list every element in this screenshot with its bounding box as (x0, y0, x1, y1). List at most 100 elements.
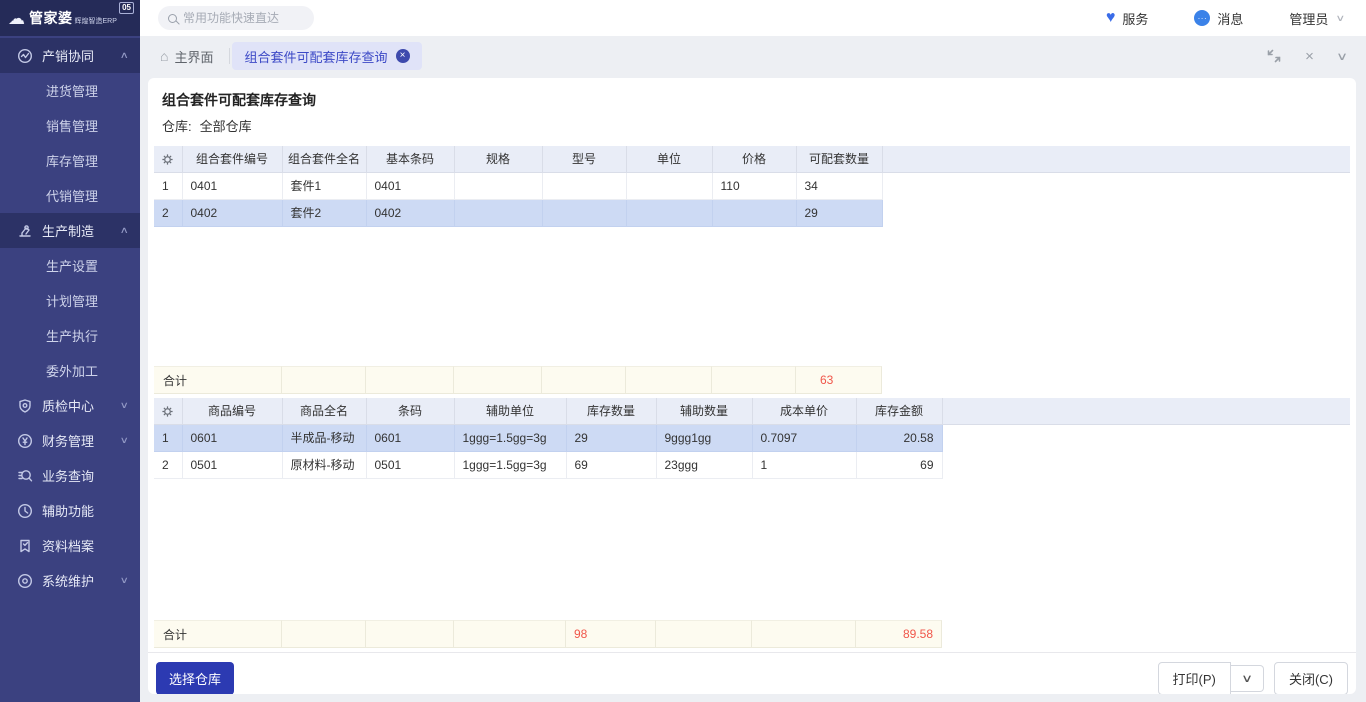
column-header[interactable]: 规格 (454, 146, 542, 172)
content-panel: 组合套件可配套库存查询 仓库:全部仓库 组合套件编号 组合套件全名 基本条码 规… (148, 78, 1356, 694)
column-header[interactable]: 库存数量 (566, 398, 656, 424)
target-circle-icon (16, 572, 33, 589)
sidebar: ☁ 管家婆 辉煌智造ERP 05 产销协同 ∧ 进货管理 销售管理 库存管理 代… (0, 0, 140, 702)
column-header[interactable]: 辅助单位 (454, 398, 566, 424)
sidebar-item-manufacturing[interactable]: 生产制造 ∧ (0, 213, 140, 248)
search-lines-icon (16, 467, 33, 484)
table-row-selected[interactable]: 10601半成品-移动06011ggg=1.5gg=3g299ggg1gg0.7… (154, 424, 1350, 451)
topbar: ♥ 服务 ··· 消息 管理员 ∨ (140, 0, 1366, 36)
detail-table-header: 商品编号 商品全名 条码 辅助单位 库存数量 辅助数量 成本单价 库存金额 (154, 398, 1350, 424)
footer-divider (148, 652, 1356, 653)
sidebar-item-label: 生产执行 (46, 326, 98, 345)
select-warehouse-button[interactable]: 选择仓库 (156, 662, 234, 694)
sidebar-item-quality-center[interactable]: 质检中心 ∨ (0, 388, 140, 423)
sidebar-item-plan-management[interactable]: 计划管理 (0, 283, 140, 318)
column-header[interactable]: 条码 (366, 398, 454, 424)
warehouse-label: 仓库: (162, 119, 192, 134)
clock-circle-icon (16, 502, 33, 519)
tab-kit-stock-query[interactable]: 组合套件可配套库存查询 × (232, 42, 421, 70)
chevron-down-icon: ∨ (120, 435, 129, 446)
table-row[interactable]: 10401套件1040111034 (154, 172, 1350, 199)
warehouse-value: 全部仓库 (200, 119, 252, 134)
sidebar-item-label: 辅助功能 (42, 501, 94, 520)
heart-icon: ♥ (1106, 10, 1116, 26)
finance-circle-icon (16, 432, 33, 449)
sidebar-item-purchase[interactable]: 进货管理 (0, 73, 140, 108)
sidebar-item-label: 进货管理 (46, 81, 98, 100)
fullscreen-icon[interactable] (1267, 49, 1281, 63)
table-row-selected[interactable]: 20402套件2040229 (154, 199, 1350, 226)
total-label: 合计 (154, 366, 282, 394)
sidebar-item-inventory[interactable]: 库存管理 (0, 143, 140, 178)
sidebar-item-finance[interactable]: 财务管理 ∨ (0, 423, 140, 458)
message-bubble-icon: ··· (1194, 10, 1210, 26)
total-matchable-qty: 63 (796, 366, 882, 394)
sidebar-item-business-query[interactable]: 业务查询 (0, 458, 140, 493)
tabbar: ⌂ 主界面 组合套件可配套库存查询 × × ∨ (140, 36, 1366, 76)
chevron-up-icon: ∧ (120, 50, 129, 61)
close-all-tabs-icon[interactable]: × (1305, 49, 1314, 64)
shield-icon (16, 397, 33, 414)
column-header[interactable]: 组合套件编号 (182, 146, 282, 172)
search-input[interactable] (183, 11, 303, 25)
total-stock-qty: 98 (566, 620, 656, 648)
messages-menu[interactable]: ··· 消息 (1194, 9, 1243, 28)
warehouse-filter: 仓库: 全部仓库 (162, 116, 252, 135)
sidebar-item-production-sales[interactable]: 产销协同 ∧ (0, 38, 140, 73)
tab-home[interactable]: ⌂ 主界面 (140, 47, 229, 66)
chevron-down-icon: ∨ (120, 400, 129, 411)
sidebar-item-label: 委外加工 (46, 361, 98, 380)
quick-search[interactable] (158, 6, 314, 30)
sidebar-item-label: 计划管理 (46, 291, 98, 310)
sidebar-item-auxiliary[interactable]: 辅助功能 (0, 493, 140, 528)
close-button[interactable]: 关闭(C) (1274, 662, 1348, 694)
sidebar-item-production-setup[interactable]: 生产设置 (0, 248, 140, 283)
kit-table-total-row: 合计 63 (154, 366, 1350, 394)
column-header[interactable]: 库存金额 (856, 398, 942, 424)
column-header[interactable]: 辅助数量 (656, 398, 752, 424)
detail-table: 商品编号 商品全名 条码 辅助单位 库存数量 辅助数量 成本单价 库存金额 10… (154, 398, 1350, 479)
home-icon: ⌂ (160, 48, 168, 64)
user-menu[interactable]: 管理员 ∨ (1289, 9, 1344, 28)
kit-table: 组合套件编号 组合套件全名 基本条码 规格 型号 单位 价格 可配套数量 104… (154, 146, 1350, 227)
sidebar-item-label: 业务查询 (42, 466, 94, 485)
search-icon (168, 14, 177, 23)
sidebar-item-system-maintenance[interactable]: 系统维护 ∨ (0, 563, 140, 598)
sidebar-item-production-execution[interactable]: 生产执行 (0, 318, 140, 353)
column-header[interactable]: 单位 (626, 146, 712, 172)
print-button[interactable]: 打印(P) (1158, 662, 1231, 694)
cloud-logo-icon: ☁ (8, 10, 25, 27)
archive-icon (16, 537, 33, 554)
column-settings-gear-icon[interactable] (154, 146, 182, 172)
detail-table-total-row: 合计 98 89.58 (154, 620, 1350, 648)
header-filler (882, 146, 1350, 172)
close-tab-icon[interactable]: × (396, 49, 410, 63)
column-header[interactable]: 基本条码 (366, 146, 454, 172)
sidebar-item-data-archive[interactable]: 资料档案 (0, 528, 140, 563)
column-header[interactable]: 成本单价 (752, 398, 856, 424)
sidebar-item-consignment[interactable]: 代销管理 (0, 178, 140, 213)
sidebar-item-outsourcing[interactable]: 委外加工 (0, 353, 140, 388)
column-header[interactable]: 商品编号 (182, 398, 282, 424)
user-name: 管理员 (1289, 9, 1328, 28)
print-dropdown-button[interactable]: ∨ (1231, 665, 1264, 692)
total-stock-amount: 89.58 (856, 620, 942, 648)
service-menu[interactable]: ♥ 服务 (1106, 9, 1149, 28)
sidebar-item-label: 销售管理 (46, 116, 98, 135)
app-logo[interactable]: ☁ 管家婆 辉煌智造ERP 05 (0, 0, 140, 36)
column-header[interactable]: 价格 (712, 146, 796, 172)
column-header[interactable]: 可配套数量 (796, 146, 882, 172)
kit-table-header: 组合套件编号 组合套件全名 基本条码 规格 型号 单位 价格 可配套数量 (154, 146, 1350, 172)
tab-active-label: 组合套件可配套库存查询 (244, 47, 387, 66)
main-area: 组合套件可配套库存查询 仓库:全部仓库 组合套件编号 组合套件全名 基本条码 规… (140, 76, 1366, 702)
column-settings-gear-icon[interactable] (154, 398, 182, 424)
tab-list-chevron-icon[interactable]: ∨ (1336, 50, 1348, 63)
brand-name: 管家婆 (29, 8, 73, 28)
sidebar-nav: 产销协同 ∧ 进货管理 销售管理 库存管理 代销管理 生产制造 ∧ 生产设置 计… (0, 36, 140, 598)
sidebar-item-label: 系统维护 (42, 571, 94, 590)
column-header[interactable]: 组合套件全名 (282, 146, 366, 172)
table-row[interactable]: 20501原材料-移动05011ggg=1.5gg=3g6923ggg169 (154, 451, 1350, 478)
sidebar-item-sales[interactable]: 销售管理 (0, 108, 140, 143)
column-header[interactable]: 商品全名 (282, 398, 366, 424)
column-header[interactable]: 型号 (542, 146, 626, 172)
